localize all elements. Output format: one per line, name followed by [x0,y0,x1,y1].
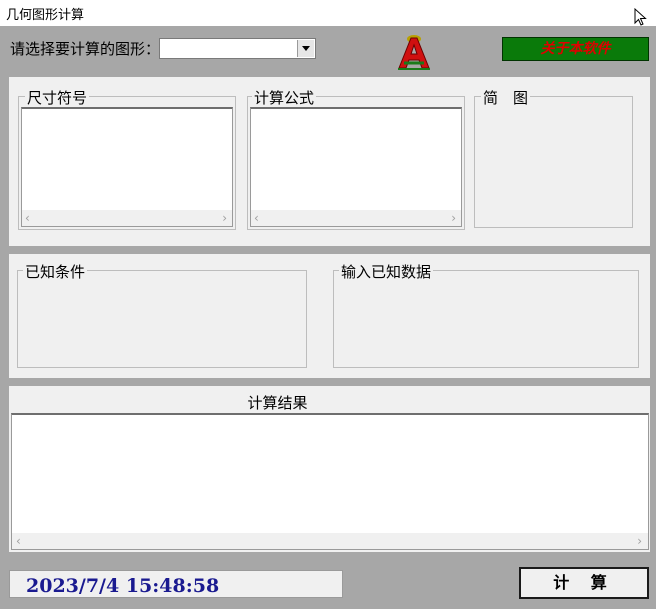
scroll-left-arrow-icon[interactable]: ‹ [254,210,259,226]
result-panel: 计算结果 ‹ › [9,386,650,552]
result-hscrollbar[interactable]: ‹ › [12,533,648,549]
scroll-left-arrow-icon[interactable]: ‹ [16,533,21,549]
window-title: 几何图形计算 [6,8,85,23]
symbols-group: 尺寸符号 ‹ › [18,87,236,230]
diagram-group-title: 简 图 [481,87,531,108]
red-letter-a-logo-icon [398,35,430,70]
scroll-right-arrow-icon[interactable]: › [222,210,227,226]
title-bar: 几何图形计算 [0,0,656,26]
known-conditions-group-title: 已知条件 [23,261,88,282]
conditions-panel: 已知条件 输入已知数据 [9,254,650,378]
known-conditions-group: 已知条件 [17,261,307,368]
mouse-pointer-icon [634,8,647,26]
scroll-right-arrow-icon[interactable]: › [451,210,456,226]
input-data-group-title: 输入已知数据 [339,261,434,282]
calculate-button[interactable]: 计 算 [519,567,649,599]
datetime-text: 2023/7/4 15:48:58 [26,575,220,597]
formula-group-title: 计算公式 [252,87,317,108]
formula-listbox[interactable]: ‹ › [250,107,462,227]
symbols-listbox[interactable]: ‹ › [21,107,233,227]
scroll-right-arrow-icon[interactable]: › [637,533,642,549]
symbols-group-title: 尺寸符号 [25,87,90,108]
shape-select[interactable] [159,38,316,59]
about-software-button[interactable]: 关于本软件 [502,37,649,61]
choose-shape-label: 请选择要计算的图形： [10,40,161,58]
info-panel: 尺寸符号 ‹ › 计算公式 ‹ › 简 图 [9,77,650,246]
symbols-hscrollbar[interactable]: ‹ › [22,210,232,226]
datetime-display: 2023/7/4 15:48:58 [9,570,343,598]
diagram-group: 简 图 [474,87,633,228]
scroll-left-arrow-icon[interactable]: ‹ [25,210,30,226]
input-data-group: 输入已知数据 [333,261,639,368]
chevron-down-icon [302,46,310,51]
shape-dropdown-button[interactable] [297,40,314,57]
result-title: 计算结果 [247,394,308,412]
result-textbox[interactable]: ‹ › [11,413,649,550]
formula-group: 计算公式 ‹ › [247,87,465,230]
formula-hscrollbar[interactable]: ‹ › [251,210,461,226]
